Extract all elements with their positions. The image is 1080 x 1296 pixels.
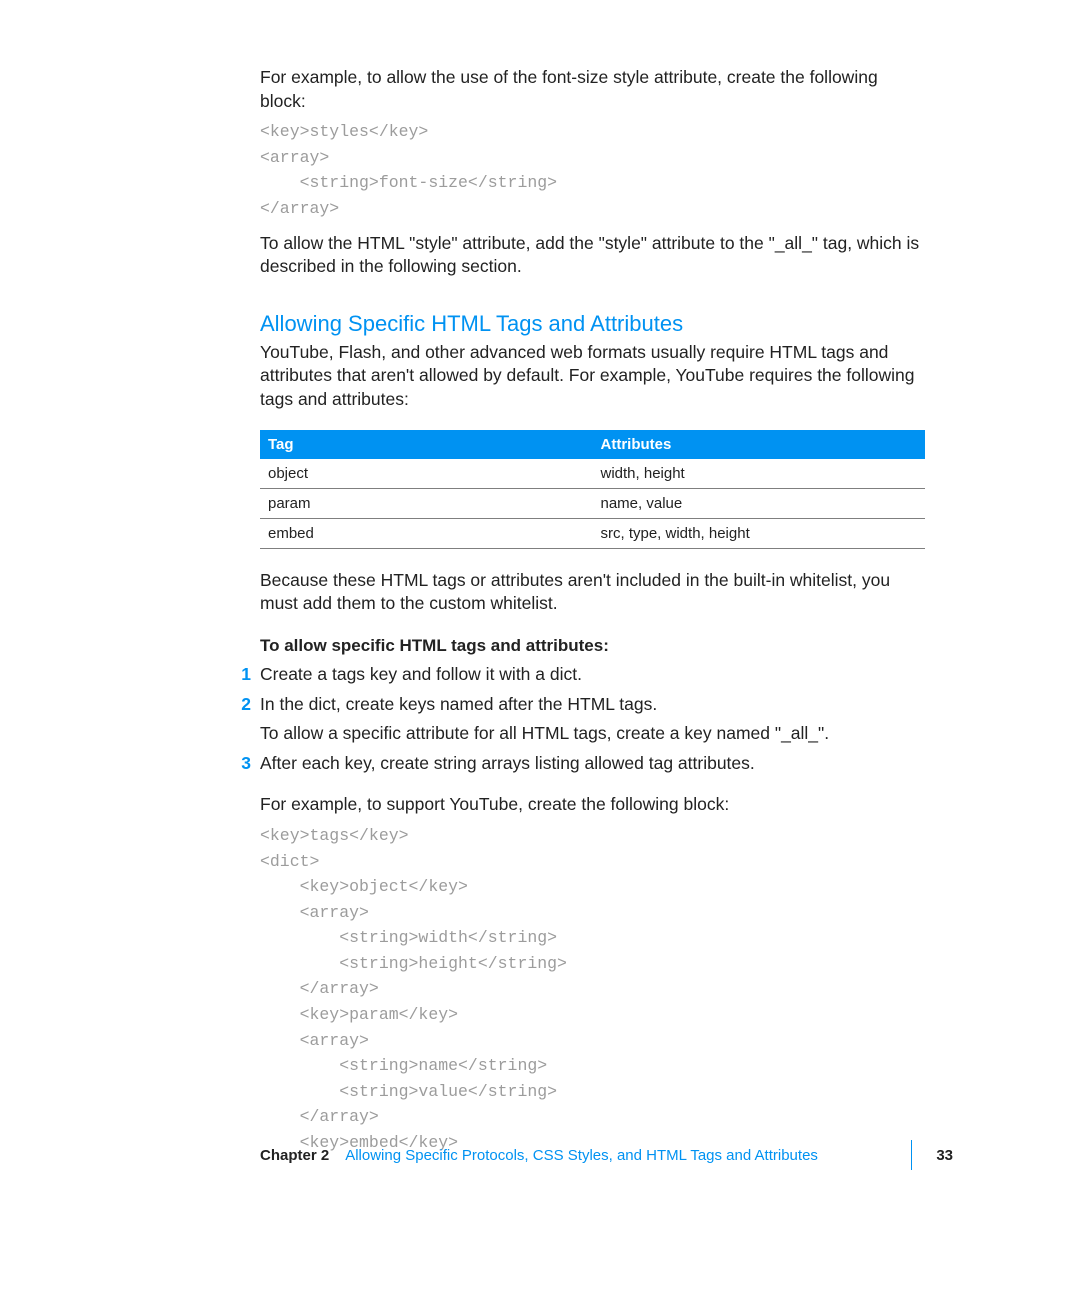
section-heading-allowing-tags: Allowing Specific HTML Tags and Attribut… (260, 311, 925, 337)
code-block-tags: <key>tags</key> <dict> <key>object</key>… (260, 823, 925, 1155)
step-text: Create a tags key and follow it with a d… (260, 663, 925, 687)
table-row: object width, height (260, 459, 925, 489)
table-header-attributes: Attributes (593, 430, 926, 459)
step-1: 1 Create a tags key and follow it with a… (260, 663, 925, 687)
intro-paragraph-2: To allow the HTML "style" attribute, add… (260, 232, 925, 279)
footer-divider (911, 1140, 912, 1170)
intro-paragraph-1: For example, to allow the use of the fon… (260, 66, 925, 113)
code-block-styles: <key>styles</key> <array> <string>font-s… (260, 119, 925, 221)
page-footer: Chapter 2 Allowing Specific Protocols, C… (260, 1140, 953, 1170)
step-text: For example, to support YouTube, create … (260, 793, 925, 817)
section-paragraph-1: YouTube, Flash, and other advanced web f… (260, 341, 925, 412)
table-cell: src, type, width, height (593, 518, 926, 548)
table-row: embed src, type, width, height (260, 518, 925, 548)
step-text: After each key, create string arrays lis… (260, 753, 755, 773)
step-3: 3 After each key, create string arrays l… (260, 752, 925, 817)
page-number: 33 (936, 1147, 953, 1164)
sub-heading-to-allow: To allow specific HTML tags and attribut… (260, 636, 925, 656)
chapter-title: Allowing Specific Protocols, CSS Styles,… (345, 1147, 887, 1164)
step-text: In the dict, create keys named after the… (260, 694, 657, 714)
table-header-tag: Tag (260, 430, 593, 459)
table-cell: name, value (593, 488, 926, 518)
step-number: 3 (238, 752, 260, 817)
table-cell: param (260, 488, 593, 518)
table-row: param name, value (260, 488, 925, 518)
chapter-label: Chapter 2 (260, 1147, 329, 1164)
step-2: 2 In the dict, create keys named after t… (260, 693, 925, 746)
table-cell: embed (260, 518, 593, 548)
table-cell: object (260, 459, 593, 489)
steps-list: 1 Create a tags key and follow it with a… (260, 663, 925, 817)
step-text: To allow a specific attribute for all HT… (260, 722, 925, 746)
step-number: 2 (238, 693, 260, 746)
section-paragraph-2: Because these HTML tags or attributes ar… (260, 569, 925, 616)
table-cell: width, height (593, 459, 926, 489)
tag-attributes-table: Tag Attributes object width, height para… (260, 430, 925, 549)
step-number: 1 (238, 663, 260, 687)
